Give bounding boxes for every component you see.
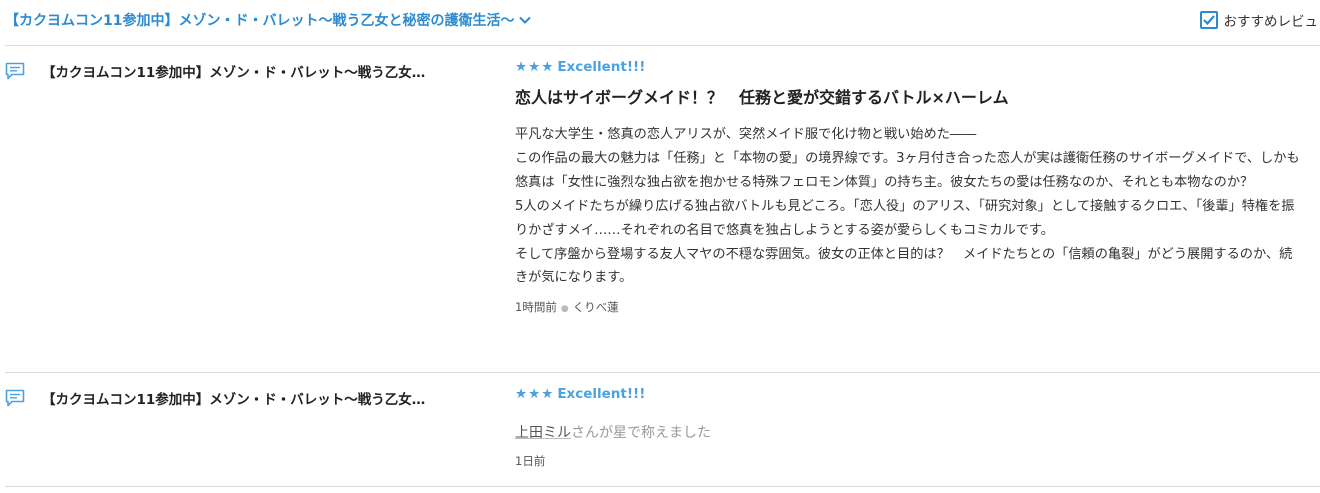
divider bbox=[5, 45, 1320, 46]
review-body: 平凡な大学生・悠真の恋人アリスが、突然メイド服で化け物と戦い始めた―― この作品… bbox=[515, 123, 1300, 290]
review-paragraph: 平凡な大学生・悠真の恋人アリスが、突然メイド服で化け物と戦い始めた―― bbox=[515, 127, 977, 142]
review-time: 1時間前 bbox=[515, 300, 557, 315]
star-rating-icon: ★★★ bbox=[515, 59, 555, 75]
comment-icon bbox=[5, 62, 25, 80]
recommend-toggle[interactable]: おすすめレビュ bbox=[1199, 10, 1319, 30]
divider bbox=[5, 486, 1320, 487]
review-paragraph: この作品の最大の魅力は「任務」と「本物の愛」の境界線です。3ヶ月付き合った恋人が… bbox=[515, 150, 1300, 190]
praise-user-link[interactable]: 上田ミル bbox=[515, 425, 571, 441]
review-paragraph: 5人のメイドたちが繰り広げる独占欲バトルも見どころ。「恋人役」のアリス、「研究対… bbox=[515, 198, 1295, 238]
review-author-link[interactable]: くりべ蓮 bbox=[573, 300, 619, 314]
review-content: ★★★ Excellent!!! 恋人はサイボーグメイド！？ 任務と愛が交錯するバ… bbox=[515, 59, 1305, 315]
review-time: 1日前 bbox=[515, 454, 546, 468]
rating-label: Excellent!!! bbox=[557, 386, 646, 402]
divider bbox=[5, 372, 1320, 373]
chevron-down-icon bbox=[518, 13, 532, 27]
rating-label: Excellent!!! bbox=[557, 59, 646, 75]
praise-text: さんが星で称えました bbox=[571, 425, 711, 441]
work-filter-dropdown[interactable]: 【カクヨムコン11参加中】メゾン・ド・バレット〜戦う乙女と秘密の護衛生活〜 bbox=[5, 10, 532, 30]
review-title-link[interactable]: 恋人はサイボーグメイド！？ 任務と愛が交錯するバトル×ハーレム bbox=[515, 84, 1305, 108]
review-rating: ★★★ Excellent!!! bbox=[515, 386, 1305, 402]
work-title-link[interactable]: 【カクヨムコン11参加中】メゾン・ド・バレット〜戦う乙女… bbox=[42, 388, 482, 408]
review-rating: ★★★ Excellent!!! bbox=[515, 59, 1305, 75]
work-title-link[interactable]: 【カクヨムコン11参加中】メゾン・ド・バレット〜戦う乙女… bbox=[42, 61, 482, 81]
recommend-label: おすすめレビュ bbox=[1223, 14, 1319, 30]
review-list-header: 【カクヨムコン11参加中】メゾン・ド・バレット〜戦う乙女と秘密の護衛生活〜 おす… bbox=[0, 0, 1320, 42]
review-content: ★★★ Excellent!!! 上田ミルさんが星で称えました 1日前 bbox=[515, 386, 1305, 469]
praise-line: 上田ミルさんが星で称えました bbox=[515, 422, 1305, 442]
work-filter-label: 【カクヨムコン11参加中】メゾン・ド・バレット〜戦う乙女と秘密の護衛生活〜 bbox=[5, 13, 515, 29]
recommend-checkbox[interactable] bbox=[1199, 11, 1218, 29]
separator-dot: ● bbox=[560, 304, 569, 315]
review-paragraph: そして序盤から登場する友人マヤの不穏な雰囲気。彼女の正体と目的は？ メイドたちと… bbox=[515, 246, 1293, 286]
review-meta: 1時間前 ● くりべ蓮 bbox=[515, 299, 1305, 315]
review-meta: 1日前 bbox=[515, 453, 1305, 469]
comment-icon bbox=[5, 389, 25, 407]
star-rating-icon: ★★★ bbox=[515, 386, 555, 402]
checkbox-check-icon bbox=[1202, 15, 1215, 26]
